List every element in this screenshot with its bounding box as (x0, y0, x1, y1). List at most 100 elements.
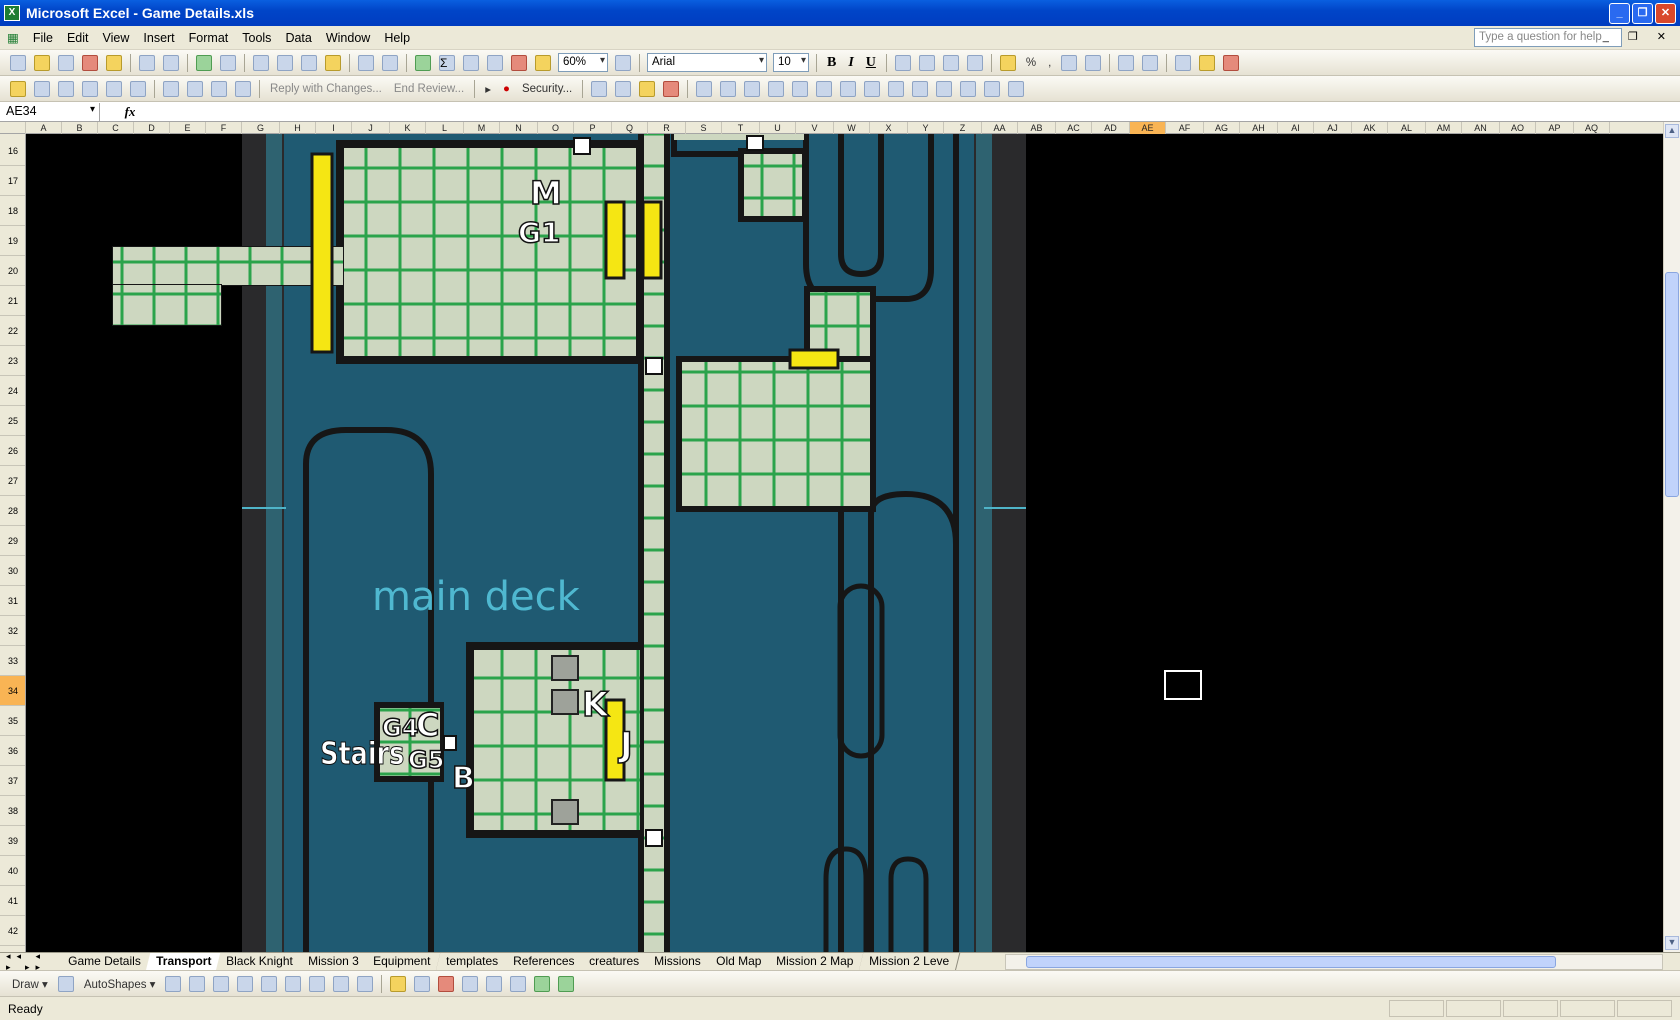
row-header-16[interactable]: 16 (0, 136, 25, 166)
row-header-25[interactable]: 25 (0, 406, 25, 436)
column-header-b[interactable]: B (62, 122, 98, 134)
menu-format[interactable]: Format (182, 31, 236, 45)
hyperlink-icon[interactable] (415, 54, 431, 71)
design-mode-icon[interactable] (639, 80, 656, 97)
copy-icon[interactable] (277, 54, 293, 71)
excel-app-icon[interactable]: X (4, 5, 20, 21)
menu-view[interactable]: View (96, 31, 137, 45)
menu-tools[interactable]: Tools (235, 31, 278, 45)
worksheet-grid[interactable]: main deck Stairs M G1 K J B C G4 G5 (26, 134, 1663, 952)
row-header-35[interactable]: 35 (0, 706, 25, 736)
row-header-31[interactable]: 31 (0, 586, 25, 616)
column-header-k[interactable]: K (390, 122, 426, 134)
column-header-q[interactable]: Q (612, 122, 648, 134)
picture-icon[interactable] (696, 80, 713, 97)
insert-comment-icon[interactable] (34, 80, 50, 97)
column-header-ad[interactable]: AD (1092, 122, 1130, 134)
menu-file[interactable]: File (26, 31, 60, 45)
font-color-draw-icon[interactable] (438, 975, 455, 992)
format-painter-icon[interactable] (325, 54, 341, 71)
reset-picture-icon[interactable] (1008, 80, 1025, 97)
column-header-n[interactable]: N (500, 122, 538, 134)
column-header-i[interactable]: I (316, 122, 352, 134)
sheet-tab-mission-2-map[interactable]: Mission 2 Map (766, 952, 865, 971)
sheet-tab-missions[interactable]: Missions (644, 952, 713, 971)
sheet-tab-templates[interactable]: templates (435, 952, 510, 971)
column-header-r[interactable]: R (648, 122, 686, 134)
row-header-22[interactable]: 22 (0, 316, 25, 346)
next-comment-icon[interactable] (106, 80, 122, 97)
font-select[interactable]: Arial (647, 53, 767, 72)
open-icon[interactable] (34, 54, 50, 71)
row-header-18[interactable]: 18 (0, 196, 25, 226)
email-icon[interactable] (106, 54, 122, 71)
column-header-ac[interactable]: AC (1056, 122, 1092, 134)
column-header-ap[interactable]: AP (1536, 122, 1574, 134)
help-icon[interactable] (615, 54, 631, 71)
column-header-al[interactable]: AL (1388, 122, 1426, 134)
folder-icon[interactable] (10, 80, 26, 97)
column-header-ae[interactable]: AE (1130, 122, 1166, 134)
insert-function-icon[interactable]: fx (100, 104, 160, 120)
row-header-34[interactable]: 34 (0, 676, 25, 706)
row-header-19[interactable]: 19 (0, 226, 25, 256)
percent-button[interactable]: % (1026, 57, 1036, 69)
set-transparent-icon[interactable] (984, 80, 1001, 97)
select-all-corner[interactable] (0, 122, 26, 134)
show-comment-icon[interactable] (130, 80, 146, 97)
oval-icon[interactable] (237, 975, 254, 992)
column-header-l[interactable]: L (426, 122, 464, 134)
rectangle-icon[interactable] (213, 975, 230, 992)
column-header-m[interactable]: M (464, 122, 500, 134)
fill-color-icon[interactable] (1199, 54, 1216, 71)
row-header-30[interactable]: 30 (0, 556, 25, 586)
sort-ascending-icon[interactable] (463, 54, 479, 71)
track-changes-icon[interactable] (163, 80, 179, 97)
less-brightness-icon[interactable] (816, 80, 833, 97)
column-header-ab[interactable]: AB (1018, 122, 1056, 134)
row-header-39[interactable]: 39 (0, 826, 25, 856)
row-header-23[interactable]: 23 (0, 346, 25, 376)
column-header-aa[interactable]: AA (982, 122, 1018, 134)
active-cell[interactable] (1164, 670, 1202, 700)
row-header-38[interactable]: 38 (0, 796, 25, 826)
scroll-up-icon[interactable]: ▲ (1665, 124, 1679, 138)
format-picture-icon[interactable] (960, 80, 977, 97)
crop-icon[interactable] (840, 80, 857, 97)
spelling-icon[interactable] (196, 54, 212, 71)
help-search-input[interactable]: Type a question for help (1474, 28, 1622, 47)
autosum-icon[interactable]: Σ (439, 54, 455, 71)
previous-comment-icon[interactable] (82, 80, 98, 97)
row-header-32[interactable]: 32 (0, 616, 25, 646)
row-header-36[interactable]: 36 (0, 736, 25, 766)
sheet-tab-references[interactable]: References (502, 952, 586, 971)
menu-help[interactable]: Help (377, 31, 417, 45)
merge-center-icon[interactable] (966, 54, 983, 71)
end-review-button[interactable]: End Review... (394, 83, 464, 95)
compress-icon[interactable] (912, 80, 929, 97)
autoshapes-menu-button[interactable]: AutoShapes ▾ (84, 977, 156, 991)
italic-button[interactable]: I (848, 55, 853, 71)
visual-basic-icon[interactable] (591, 80, 608, 97)
draw-menu-button[interactable]: Draw ▾ (12, 977, 48, 991)
sheet-tab-creatures[interactable]: creatures (578, 952, 651, 971)
vertical-scroll-thumb[interactable] (1665, 272, 1679, 497)
doc-icon[interactable]: ▦ (0, 30, 26, 45)
print-preview-icon[interactable] (163, 54, 179, 71)
column-header-y[interactable]: Y (908, 122, 944, 134)
decrease-indent-icon[interactable] (1118, 54, 1135, 71)
3d-style-icon[interactable] (558, 975, 575, 992)
line-style-icon[interactable] (888, 80, 905, 97)
menu-window[interactable]: Window (319, 31, 377, 45)
diagram-icon[interactable] (309, 975, 326, 992)
line-style-draw-icon[interactable] (462, 975, 479, 992)
column-header-p[interactable]: P (574, 122, 612, 134)
row-header-20[interactable]: 20 (0, 256, 25, 286)
fill-color-draw-icon[interactable] (390, 975, 407, 992)
menu-data[interactable]: Data (278, 31, 318, 45)
chart-wizard-icon[interactable] (511, 54, 527, 71)
print-icon[interactable] (139, 54, 155, 71)
restore-button[interactable]: ❐ (1632, 3, 1653, 24)
research-icon[interactable] (220, 54, 236, 71)
arrow-icon[interactable] (189, 975, 206, 992)
